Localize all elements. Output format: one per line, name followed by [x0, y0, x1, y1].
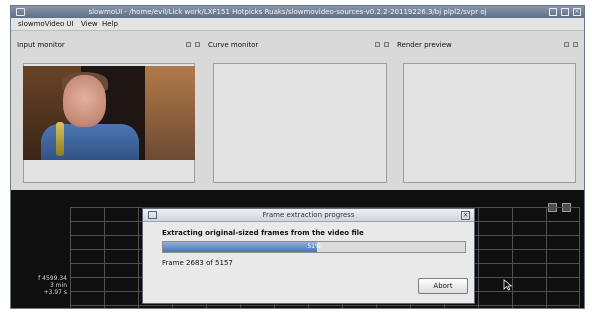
- grid-line: [546, 207, 547, 308]
- dock-close-icon[interactable]: [573, 42, 578, 47]
- dock-close-icon[interactable]: [195, 42, 200, 47]
- menu-slowmovideo-ui[interactable]: slowmoVideo UI: [18, 20, 74, 29]
- dock-float-icon[interactable]: [186, 42, 191, 47]
- video-microphone: [56, 122, 64, 156]
- menu-view[interactable]: View: [81, 20, 98, 29]
- window-title: slowmoUI - /home/evil/Lick work/LXF151 H…: [88, 8, 487, 16]
- grid-line: [104, 207, 105, 308]
- dock-float-icon[interactable]: [564, 42, 569, 47]
- menu-bar: slowmoVideo UI View Help: [11, 18, 584, 31]
- render-preview: [403, 63, 576, 183]
- frame-extraction-dialog: Frame extraction progress × Extracting o…: [142, 208, 475, 304]
- video-background-right: [145, 66, 195, 160]
- title-bar[interactable]: slowmoUI - /home/evil/Lick work/LXF151 H…: [11, 6, 584, 18]
- dock-close-icon[interactable]: [384, 42, 389, 47]
- minimize-icon[interactable]: [549, 8, 557, 16]
- curve-monitor-label: Curve monitor: [208, 41, 259, 49]
- readout-minutes: 3 min: [49, 282, 67, 289]
- progress-bar: 51%: [162, 241, 466, 253]
- input-monitor-label: Input monitor: [17, 41, 65, 49]
- dialog-title: Frame extraction progress: [262, 211, 355, 219]
- window-icon[interactable]: [16, 8, 25, 16]
- grid-line: [579, 207, 580, 308]
- abort-button[interactable]: Abort: [418, 278, 468, 294]
- readout-seconds: +3.97 s: [43, 289, 67, 296]
- curve-monitor: [213, 63, 387, 183]
- dock-float-icon[interactable]: [375, 42, 380, 47]
- readout-frame: f 4599.34: [38, 275, 67, 282]
- grid-line: [70, 207, 71, 308]
- grid-line: [512, 207, 513, 308]
- render-preview-label: Render preview: [397, 41, 452, 49]
- video-person-face: [63, 75, 106, 127]
- input-video-frame: [23, 66, 195, 160]
- grid-line: [70, 305, 580, 306]
- menu-help[interactable]: Help: [102, 20, 118, 29]
- frame-counter: Frame 2683 of 5157: [162, 259, 233, 267]
- grid-line: [138, 207, 139, 308]
- grid-line: [478, 207, 479, 308]
- timeline-readout: f 4599.34 3 min +3.97 s: [11, 275, 67, 296]
- monitor-panels: Input monitor Curve monitor Render previ…: [11, 32, 584, 190]
- dialog-heading: Extracting original-sized frames from th…: [162, 229, 364, 237]
- close-icon[interactable]: ×: [461, 211, 470, 220]
- close-icon[interactable]: ×: [573, 8, 581, 16]
- dialog-title-bar[interactable]: Frame extraction progress ×: [143, 209, 474, 222]
- mouse-cursor-icon: [503, 279, 513, 291]
- progress-percent: 51%: [307, 243, 321, 250]
- maximize-icon[interactable]: [561, 8, 569, 16]
